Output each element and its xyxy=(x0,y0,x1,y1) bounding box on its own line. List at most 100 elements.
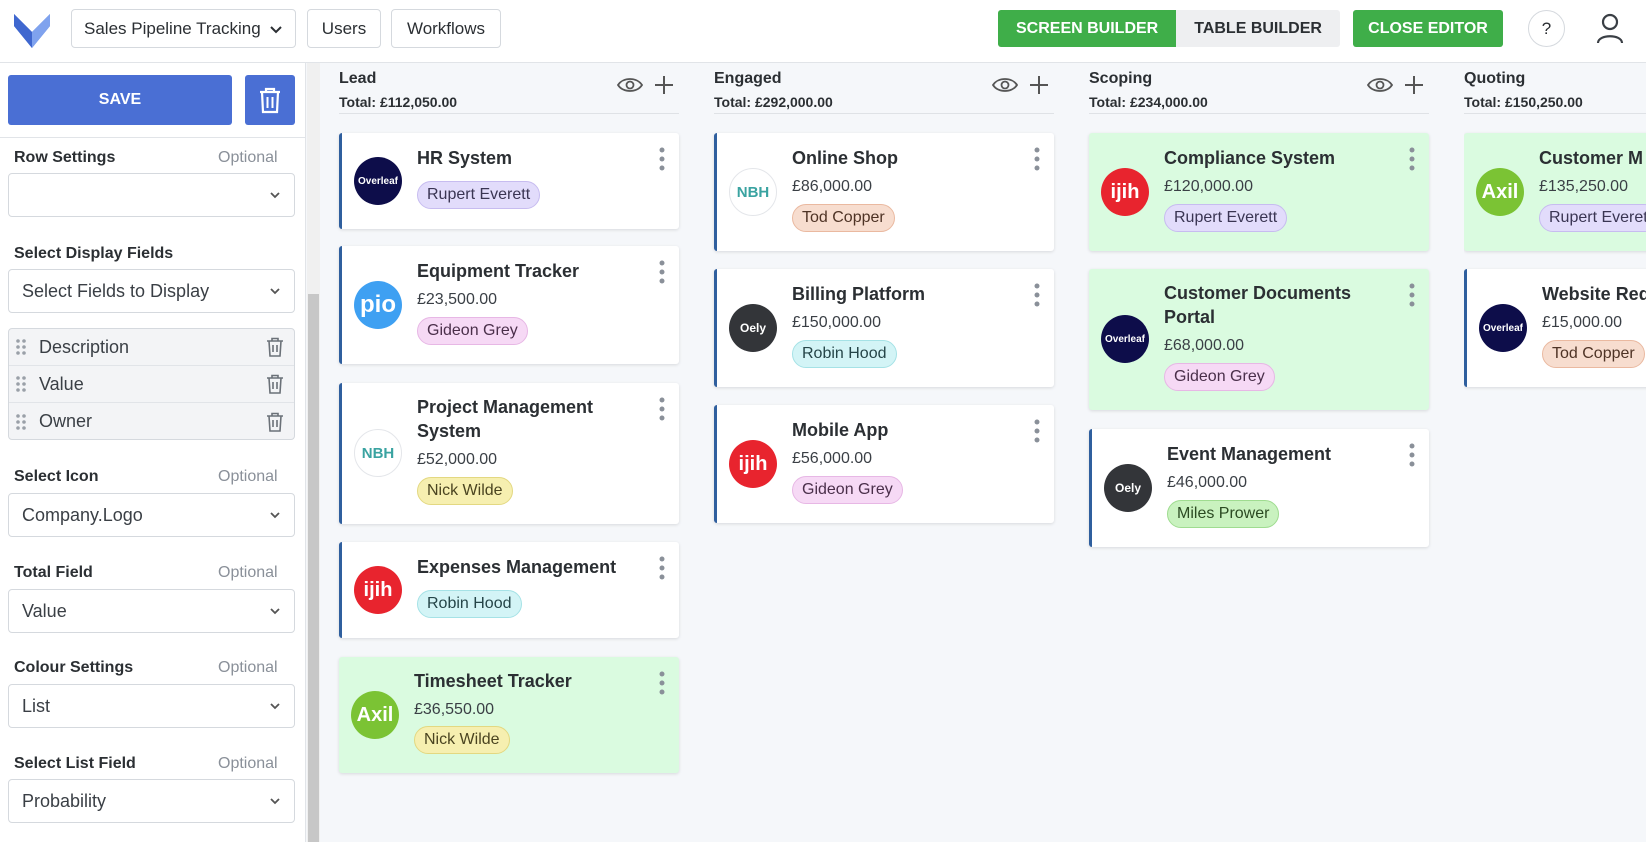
more-options-icon[interactable] xyxy=(1409,147,1415,171)
card-equipment-tracker[interactable]: pio Equipment Tracker £23,500.00 Gideon … xyxy=(339,246,679,364)
screen-builder-button[interactable]: SCREEN BUILDER xyxy=(998,10,1177,47)
total-field-optional: Optional xyxy=(218,564,278,581)
card-value: £23,500.00 xyxy=(417,291,498,308)
row-settings-select[interactable] xyxy=(8,173,295,217)
list-item[interactable]: Description xyxy=(9,329,294,366)
more-options-icon[interactable] xyxy=(1034,419,1040,443)
drag-handle-icon[interactable] xyxy=(15,338,27,356)
more-options-icon[interactable] xyxy=(659,260,665,284)
card-title: Compliance System xyxy=(1164,148,1336,168)
list-field-select[interactable]: Probability xyxy=(8,779,295,823)
card-event-management[interactable]: Oely Event Management £46,000.00 Miles P… xyxy=(1089,429,1429,547)
card-value: £135,250.00 xyxy=(1539,178,1628,195)
trash-icon[interactable] xyxy=(266,412,284,432)
display-fields-select[interactable]: Select Fields to Display xyxy=(8,269,295,313)
colour-settings-optional: Optional xyxy=(218,659,278,676)
card-value: £36,550.00 xyxy=(414,701,495,718)
card-expenses-management[interactable]: ijih Expenses Management Robin Hood xyxy=(339,542,679,638)
card-online-shop[interactable]: NBH Online Shop £86,000.00 Tod Copper xyxy=(714,133,1054,251)
card-value: £52,000.00 xyxy=(417,451,498,468)
owner-badge: Robin Hood xyxy=(792,340,897,368)
trash-icon xyxy=(260,87,280,114)
app-logo-icon[interactable] xyxy=(12,10,52,50)
eye-icon[interactable] xyxy=(1367,76,1393,94)
card-project-management-system[interactable]: NBH Project Management System £52,000.00… xyxy=(339,383,679,524)
colour-settings-value: List xyxy=(22,695,51,716)
column-total: Total: £150,250.00 xyxy=(1464,94,1583,110)
workflows-button[interactable]: Workflows xyxy=(391,9,501,48)
list-item[interactable]: Value xyxy=(9,366,294,403)
trash-icon[interactable] xyxy=(266,337,284,357)
card-billing-platform[interactable]: Oely Billing Platform £150,000.00 Robin … xyxy=(714,269,1054,387)
builder-toggle: SCREEN BUILDER TABLE BUILDER xyxy=(998,10,1340,47)
list-item[interactable]: Owner xyxy=(9,403,294,440)
card-customer-m[interactable]: Axil Customer M £135,250.00 Rupert Evere… xyxy=(1464,133,1646,251)
more-options-icon[interactable] xyxy=(659,397,665,421)
card-title: Project Management xyxy=(417,397,594,417)
close-editor-button[interactable]: CLOSE EDITOR xyxy=(1353,10,1503,47)
column-title: Engaged xyxy=(714,70,782,87)
card-title: Billing Platform xyxy=(792,284,926,304)
card-timesheet-tracker[interactable]: Axil Timesheet Tracker £36,550.00 Nick W… xyxy=(339,657,679,773)
more-options-icon[interactable] xyxy=(659,147,665,171)
eye-icon[interactable] xyxy=(992,76,1018,94)
column-total: Total: £292,000.00 xyxy=(714,94,833,110)
plus-icon[interactable] xyxy=(653,74,675,96)
help-button[interactable]: ? xyxy=(1528,10,1565,47)
owner-badge: Rupert Everett xyxy=(1164,204,1288,232)
company-logo-ijih: ijih xyxy=(729,440,777,488)
chevron-down-icon xyxy=(270,192,280,199)
more-options-icon[interactable] xyxy=(659,556,665,580)
owner-badge: Rupert Everet xyxy=(1539,204,1646,232)
more-options-icon[interactable] xyxy=(1409,443,1415,467)
row-settings-optional: Optional xyxy=(218,149,278,166)
owner-badge: Tod Copper xyxy=(1542,340,1645,368)
owner-badge: Tod Copper xyxy=(792,204,895,232)
card-website-red[interactable]: Overleaf Website Red £15,000.00 Tod Copp… xyxy=(1464,269,1646,387)
row-settings-label: Row Settings xyxy=(14,149,116,166)
chevron-down-icon xyxy=(270,703,280,710)
card-title-line2: Portal xyxy=(1164,307,1216,327)
card-title: Mobile App xyxy=(792,420,889,440)
plus-icon[interactable] xyxy=(1403,74,1425,96)
more-options-icon[interactable] xyxy=(1034,283,1040,307)
card-customer-documents-portal[interactable]: Overleaf Customer Documents Portal £68,0… xyxy=(1089,269,1429,410)
delete-button[interactable] xyxy=(245,75,295,125)
card-hr-system[interactable]: Overleaf HR System Rupert Everett xyxy=(339,133,679,229)
total-field-select[interactable]: Value xyxy=(8,589,295,633)
more-options-icon[interactable] xyxy=(659,671,665,695)
display-fields-list: Description Value Owner xyxy=(8,328,295,440)
company-logo-oely: Oely xyxy=(1104,464,1152,512)
chevron-down-icon xyxy=(270,288,280,295)
user-account-icon[interactable] xyxy=(1595,12,1625,44)
scrollbar-thumb[interactable] xyxy=(308,294,319,842)
card-value: £150,000.00 xyxy=(792,314,881,331)
more-options-icon[interactable] xyxy=(1409,283,1415,307)
company-logo-overleaf: Overleaf xyxy=(1101,315,1149,363)
card-value: £120,000.00 xyxy=(1164,178,1253,195)
chevron-down-icon xyxy=(270,798,280,805)
card-title: Online Shop xyxy=(792,148,898,168)
drag-handle-icon[interactable] xyxy=(15,375,27,393)
pipeline-select[interactable]: Sales Pipeline Tracking xyxy=(71,9,296,48)
eye-icon[interactable] xyxy=(617,76,643,94)
card-title: Timesheet Tracker xyxy=(414,671,572,691)
list-field-value: Probability xyxy=(22,790,107,811)
colour-settings-select[interactable]: List xyxy=(8,684,295,728)
plus-icon[interactable] xyxy=(1028,74,1050,96)
more-options-icon[interactable] xyxy=(1034,147,1040,171)
card-compliance-system[interactable]: ijih Compliance System £120,000.00 Ruper… xyxy=(1089,133,1429,251)
card-mobile-app[interactable]: ijih Mobile App £56,000.00 Gideon Grey xyxy=(714,405,1054,523)
trash-icon[interactable] xyxy=(266,374,284,394)
users-button[interactable]: Users xyxy=(307,9,381,48)
column-header-quoting: Quoting Total: £150,250.00 xyxy=(1464,68,1646,114)
select-icon-select[interactable]: Company.Logo xyxy=(8,493,295,537)
column-total: Total: £112,050.00 xyxy=(339,94,458,110)
top-bar: Sales Pipeline Tracking Users Workflows … xyxy=(0,0,1646,63)
drag-handle-icon[interactable] xyxy=(15,413,27,431)
table-builder-button[interactable]: TABLE BUILDER xyxy=(1176,10,1340,47)
card-value: £68,000.00 xyxy=(1164,337,1245,354)
company-logo-ijih: ijih xyxy=(354,566,402,614)
column-title: Lead xyxy=(339,70,377,87)
save-button[interactable]: SAVE xyxy=(8,75,232,125)
